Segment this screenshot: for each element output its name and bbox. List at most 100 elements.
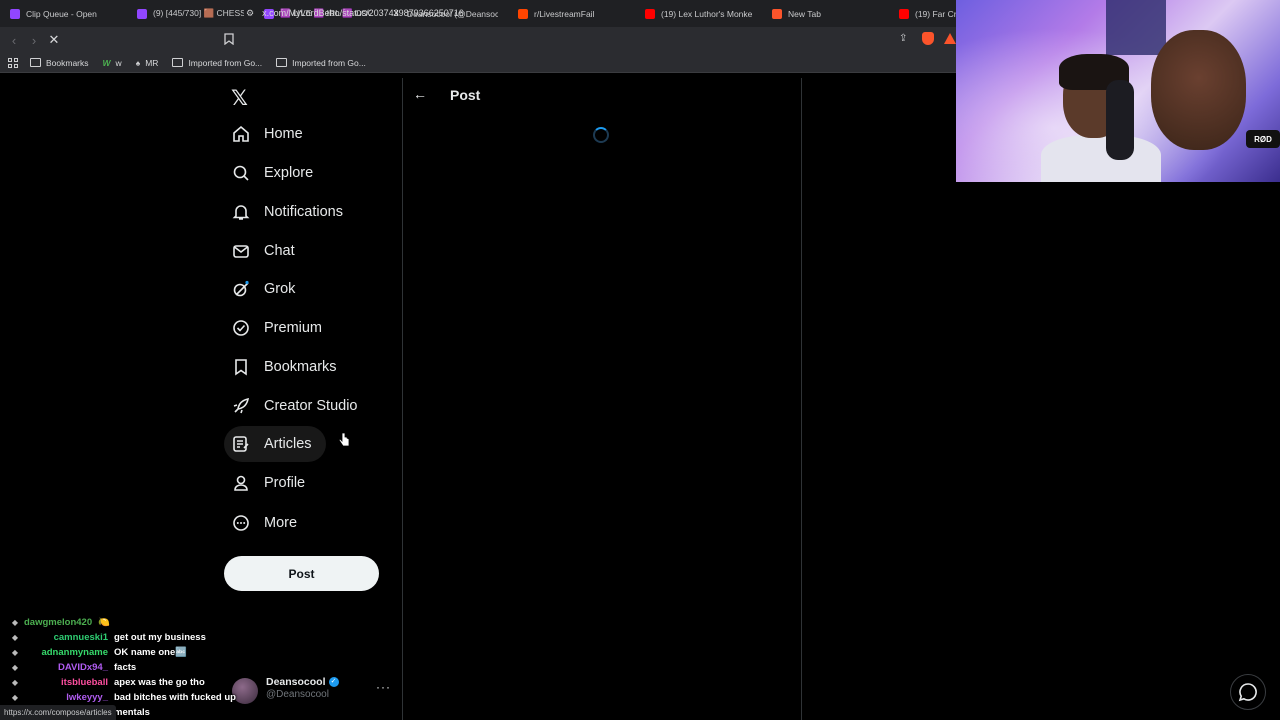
back-icon[interactable]: ‹ (4, 30, 24, 50)
chat-username: camnueski1 (53, 632, 108, 643)
bookmark-icon (232, 358, 250, 376)
twitch-icon (10, 8, 20, 19)
apps-grid-icon[interactable] (8, 57, 18, 68)
bookmark-label: w (115, 57, 122, 68)
column-divider (801, 78, 802, 720)
account-switcher[interactable]: Deansocool ✓ @Deansocool ··· (232, 676, 392, 706)
sidebar-item-label: Chat (264, 243, 295, 259)
account-name-row: Deansocool ✓ (266, 676, 339, 688)
bookmarks-icon (30, 58, 41, 67)
bookmark-item[interactable]: Bookmarks (30, 58, 89, 68)
brave-shield-icon[interactable] (922, 32, 934, 45)
browser-tab[interactable]: Clip Queue - Open (0, 0, 127, 27)
sidebar-item-explore[interactable]: Explore (224, 155, 327, 191)
hand-cursor-icon (338, 432, 350, 453)
bookmark-label: MR (145, 57, 159, 68)
bookmarks-bar: Bookmarks Ww ♠ MR Imported from Go... Importe… (0, 53, 956, 73)
sidebar-item-home[interactable]: Home (224, 116, 317, 152)
chat-text: get out my business (114, 632, 206, 643)
mail-icon (232, 242, 250, 260)
sidebar-item-profile[interactable]: Profile (224, 465, 319, 501)
folder-icon (172, 58, 184, 67)
sidebar-item-label: Profile (264, 475, 306, 491)
chat-text: 🍋 (98, 617, 110, 628)
chat-username: lwkeyyy_ (66, 692, 108, 703)
site-info-icon[interactable]: ⚙ (246, 8, 254, 19)
webcam-overlay: RØD (956, 0, 1280, 182)
chat-text: apex was the go tho (114, 677, 205, 688)
grok-icon (232, 280, 250, 298)
chat-button[interactable] (1230, 674, 1266, 710)
share-icon[interactable]: ⇪ (899, 33, 907, 44)
chat-message: ◆ DAVIDx94_ facts (10, 660, 250, 675)
person-icon (232, 474, 250, 492)
sidebar-item-label: Home (264, 126, 303, 142)
mr-icon: ♠ (135, 57, 141, 68)
url-field[interactable]: ⚙ x.com/MyLordBebo/status/20374398793662… (246, 4, 956, 22)
sidebar-item-label: Notifications (264, 204, 343, 220)
bookmark-label: Bookmarks (46, 57, 89, 68)
chat-text: mentals (114, 707, 150, 718)
sidebar-item-grok[interactable]: Grok (224, 271, 309, 307)
verified-badge-icon: ✓ (328, 677, 339, 688)
sidebar-item-premium[interactable]: Premium (224, 310, 336, 346)
chat-message: ◆ itsblueball apex was the go tho (10, 675, 250, 690)
chat-badge-icon: ◆ (11, 633, 19, 642)
article-icon (232, 435, 250, 453)
plush-bear-image (1151, 30, 1246, 150)
sidebar-item-label: More (264, 515, 298, 531)
url-text: x.com/MyLordBebo/status/2037439879366250… (262, 8, 464, 18)
bookmark-label: Imported from Go... (292, 57, 366, 68)
browser-tab[interactable]: (9) [445/730] 🟫 CHESS · (127, 0, 254, 27)
sidebar-item-more[interactable]: More (224, 505, 311, 541)
chat-message: ◆ camnueski1 get out my business (10, 630, 250, 645)
microphone-image (1106, 80, 1134, 160)
brave-rewards-icon[interactable] (944, 33, 956, 44)
sidebar-item-label: Articles (264, 436, 312, 452)
chat-badge-icon: ◆ (11, 663, 19, 672)
bookmark-item[interactable]: Imported from Go... (276, 58, 366, 68)
sidebar-item-notifications[interactable]: Notifications (224, 194, 357, 230)
w-icon: W (102, 57, 111, 68)
sidebar-item-label: Explore (264, 165, 314, 181)
chat-username: dawgmelon420 (24, 617, 93, 628)
chat-message: ◆ adnanmyname OK name one🔤 (10, 645, 250, 660)
home-icon (232, 125, 250, 143)
loading-spinner-icon (593, 127, 609, 143)
back-arrow-icon[interactable]: ← (413, 86, 427, 102)
forward-icon[interactable]: › (24, 30, 44, 50)
bookmark-page-icon[interactable] (224, 33, 234, 48)
sidebar-item-label: Creator Studio (264, 398, 358, 414)
bell-icon (232, 203, 250, 221)
sidebar-item-creator-studio[interactable]: Creator Studio (224, 388, 372, 424)
chat-bubble-icon (1238, 683, 1257, 702)
chat-text: OK name one🔤 (114, 647, 188, 658)
x-logo-icon[interactable]: 𝕏 (231, 86, 248, 110)
chat-username: itsblueball (61, 677, 108, 688)
chat-badge-icon: ◆ (11, 678, 19, 687)
sidebar-item-articles[interactable]: Articles (224, 426, 326, 462)
sidebar-item-chat[interactable]: Chat (224, 233, 309, 269)
post-button[interactable]: Post (224, 556, 379, 591)
sidebar-item-label: Premium (264, 320, 323, 336)
folder-icon (276, 58, 288, 67)
search-icon (232, 164, 250, 182)
column-divider (402, 78, 403, 720)
stop-loading-icon[interactable]: ✕ (44, 30, 64, 50)
account-handle: @Deansocool (266, 689, 329, 700)
more-circle-icon (232, 514, 250, 532)
sidebar-item-bookmarks[interactable]: Bookmarks (224, 349, 351, 385)
bookmark-item[interactable]: Ww (103, 58, 122, 68)
chat-badge-icon: ◆ (11, 648, 19, 657)
chat-message: ◆ lwkeyyy_ bad bitches with fucked up (10, 690, 250, 705)
mic-brand-label: RØD (1246, 130, 1280, 148)
bookmark-item[interactable]: ♠ MR (136, 58, 159, 68)
account-name: Deansocool (266, 676, 326, 688)
bookmark-label: Imported from Go... (188, 57, 263, 68)
tab-title: (9) [445/730] 🟫 CHESS · (153, 8, 244, 18)
bookmark-item[interactable]: Imported from Go... (172, 58, 262, 68)
more-options-icon[interactable]: ··· (376, 680, 391, 694)
chat-badge-icon: ◆ (11, 693, 19, 702)
link-status-url: https://x.com/compose/articles (0, 705, 116, 720)
chat-text: facts (114, 662, 137, 673)
